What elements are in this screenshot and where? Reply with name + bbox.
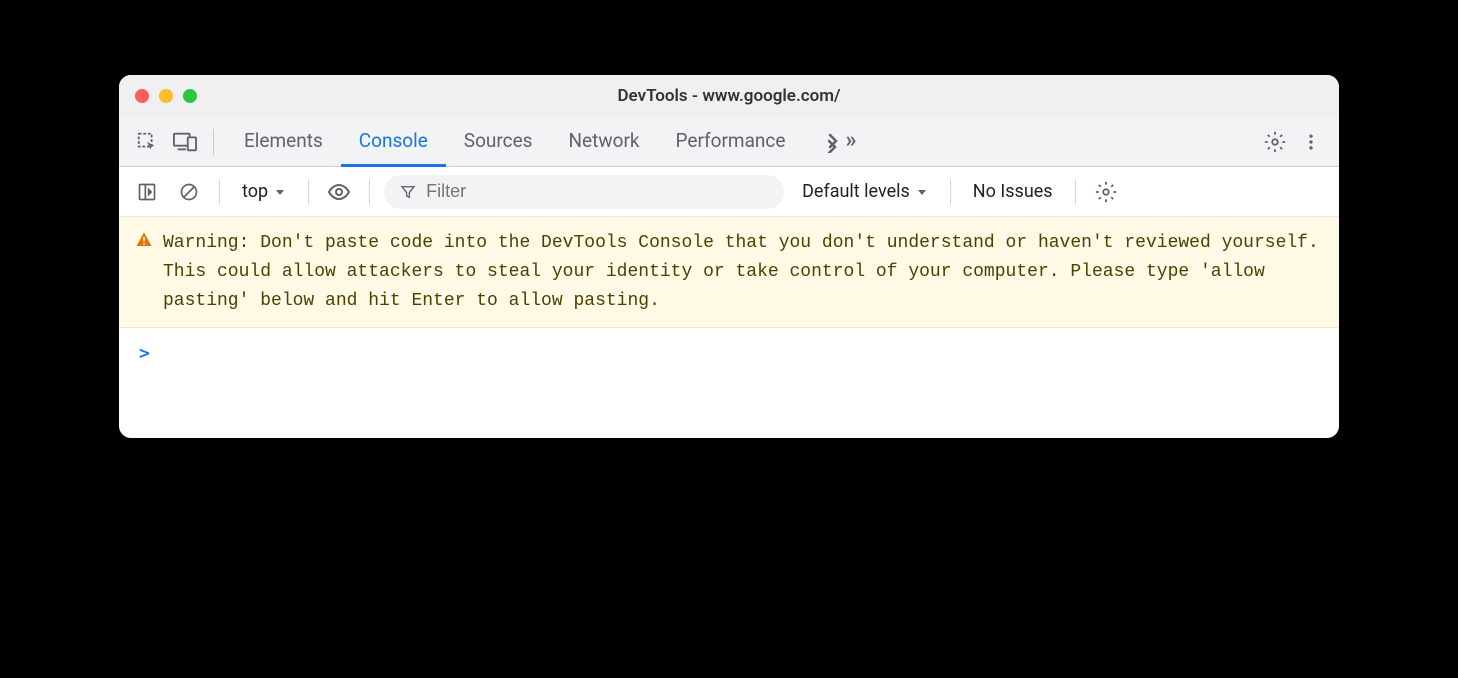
toggle-sidebar-icon[interactable] (131, 176, 163, 208)
context-label: top (242, 181, 268, 202)
dropdown-triangle-icon (274, 186, 286, 198)
inspect-element-icon[interactable] (131, 126, 163, 158)
prompt-chevron-icon: > (139, 340, 150, 367)
live-expression-icon[interactable] (323, 176, 355, 208)
tab-elements[interactable]: Elements (226, 117, 341, 167)
divider (1075, 179, 1076, 205)
tab-console[interactable]: Console (341, 117, 446, 167)
divider (950, 179, 951, 205)
divider (369, 179, 370, 205)
tab-sources[interactable]: Sources (446, 117, 551, 167)
dropdown-triangle-icon (916, 186, 928, 198)
divider (213, 129, 214, 155)
more-tabs-button[interactable]: » (803, 117, 874, 167)
header-right-actions (1259, 126, 1327, 158)
divider (308, 179, 309, 205)
divider (219, 179, 220, 205)
panel-tabs: Elements Console Sources Network Perform… (226, 117, 1253, 166)
window-close-button[interactable] (135, 89, 149, 103)
issues-label[interactable]: No Issues (965, 177, 1061, 206)
devtools-main-toolbar: Elements Console Sources Network Perform… (119, 117, 1339, 167)
context-selector[interactable]: top (234, 177, 294, 206)
log-level-selector[interactable]: Default levels (794, 177, 936, 206)
console-settings-icon[interactable] (1090, 176, 1122, 208)
console-prompt[interactable]: > (119, 328, 1339, 438)
level-label: Default levels (802, 181, 910, 202)
tab-performance[interactable]: Performance (658, 117, 804, 167)
window-maximize-button[interactable] (183, 89, 197, 103)
settings-icon[interactable] (1259, 126, 1291, 158)
warning-triangle-icon (135, 231, 153, 249)
device-toolbar-icon[interactable] (169, 126, 201, 158)
devtools-window: DevTools - www.google.com/ Elements Cons… (119, 75, 1339, 438)
window-title: DevTools - www.google.com/ (617, 86, 840, 106)
warning-text: Warning: Don't paste code into the DevTo… (163, 233, 1319, 311)
console-warning-message: Warning: Don't paste code into the DevTo… (119, 217, 1339, 328)
window-titlebar: DevTools - www.google.com/ (119, 75, 1339, 117)
filter-icon (400, 184, 416, 200)
console-toolbar: top Default levels No Issues (119, 167, 1339, 217)
tab-network[interactable]: Network (550, 117, 657, 167)
window-minimize-button[interactable] (159, 89, 173, 103)
filter-input[interactable] (426, 181, 768, 202)
filter-input-container (384, 175, 784, 209)
more-menu-icon[interactable] (1295, 126, 1327, 158)
clear-console-icon[interactable] (173, 176, 205, 208)
traffic-lights (135, 89, 197, 103)
